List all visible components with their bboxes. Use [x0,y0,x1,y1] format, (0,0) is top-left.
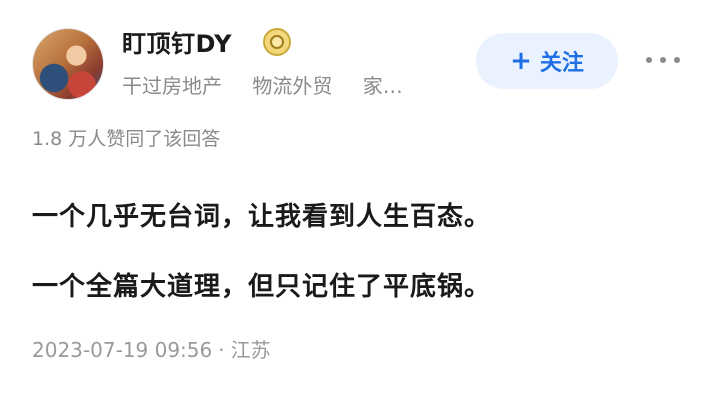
more-dot [646,57,652,63]
more-options-icon[interactable] [646,48,680,72]
medal-inner [270,35,284,49]
more-dot [674,57,680,63]
answer-line-2: 一个全篇大道理，但只记住了平底锅。 [32,272,492,302]
follow-label: 关注 [539,51,584,76]
author-tags: 干过房地产 物流外贸 家… [122,70,427,99]
more-dot [660,57,666,63]
author-tag: 干过房地产 [122,74,222,98]
author-tag: 物流外贸 [252,74,333,98]
follow-button[interactable]: + 关注 [476,33,618,89]
post-meta: 2023-07-19 09:56 · 江苏 [32,334,271,363]
likes-count: 1.8 万人赞同了该回答 [32,128,221,150]
author-avatar[interactable] [32,28,104,100]
plus-icon: + [510,46,532,76]
author-tag: 家… [362,74,403,98]
post-location: 江苏 [230,338,271,362]
author-name[interactable]: 盯顶钉DY [122,24,232,59]
medal-badge-icon [263,28,291,56]
post-date: 2023-07-19 09:56 [32,338,213,362]
meta-separator: · [218,338,225,362]
answer-line-1: 一个几乎无台词，让我看到人生百态。 [32,202,492,232]
